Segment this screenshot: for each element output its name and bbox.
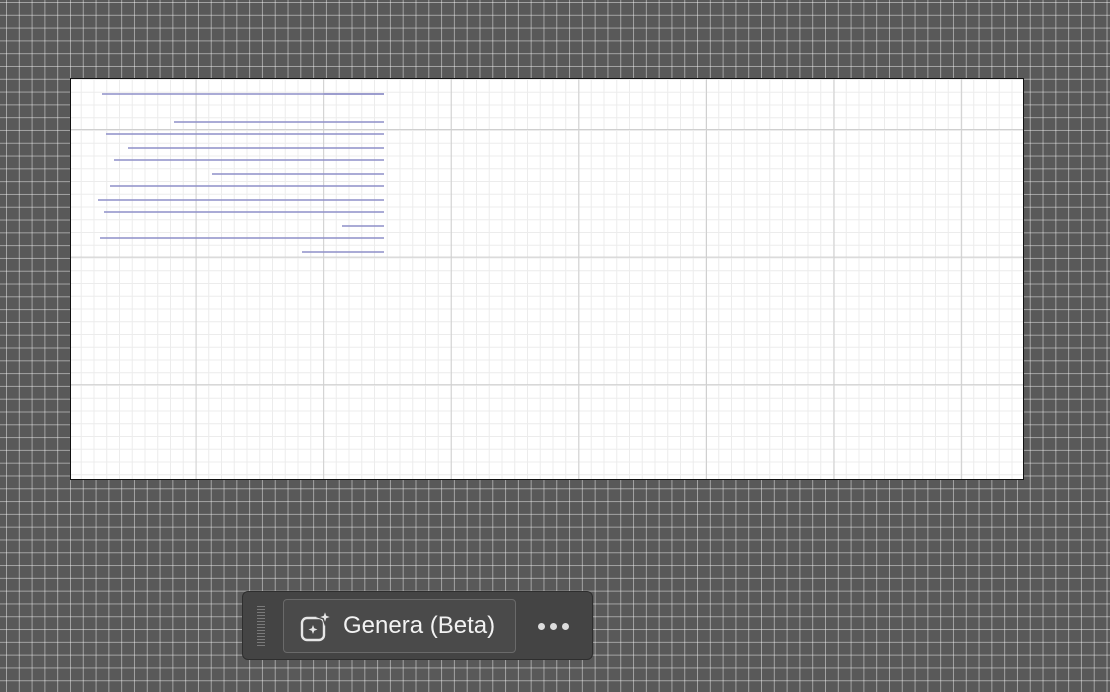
drag-handle-icon[interactable] bbox=[257, 606, 265, 646]
text-frame[interactable] bbox=[71, 79, 1023, 479]
more-options-button[interactable] bbox=[531, 609, 575, 643]
generate-beta-button[interactable]: Genera (Beta) bbox=[283, 599, 516, 653]
artboard[interactable] bbox=[70, 78, 1024, 480]
more-dot bbox=[561, 622, 569, 630]
sparkle-generate-icon bbox=[300, 609, 334, 643]
contextual-taskbar[interactable]: Genera (Beta) bbox=[242, 591, 593, 660]
more-dot bbox=[549, 622, 557, 630]
more-dot bbox=[537, 622, 545, 630]
generate-button-label: Genera (Beta) bbox=[343, 612, 496, 639]
